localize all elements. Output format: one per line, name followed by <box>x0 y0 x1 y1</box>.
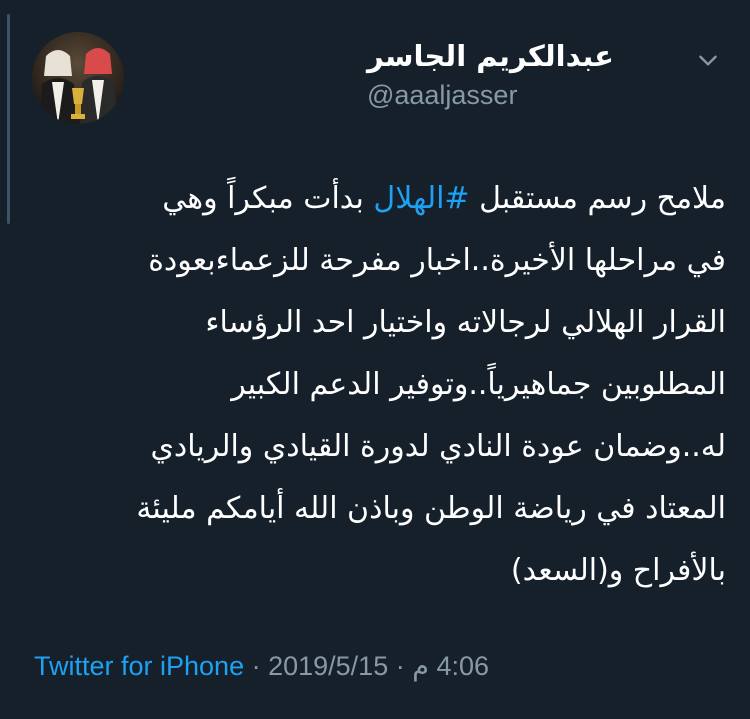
tweet-time: 4:06 م <box>412 651 489 681</box>
tweet-card: عبدالكريم الجاسر @aaaljasser ملامح رسم م… <box>0 0 750 719</box>
hashtag-link[interactable]: #الهلال <box>373 181 469 216</box>
user-info[interactable]: عبدالكريم الجاسر @aaaljasser <box>367 38 614 112</box>
tweet-menu-button[interactable] <box>692 44 724 76</box>
source-link[interactable]: Twitter for iPhone <box>34 651 244 681</box>
chevron-down-icon <box>699 55 717 66</box>
display-name[interactable]: عبدالكريم الجاسر <box>367 38 614 74</box>
tweet-line: ملامح رسم مستقبل #الهلال بدأت مبكراً وهي <box>24 168 726 230</box>
tweet-line: في مراحلها الأخيرة..اخبار مفرحة للزعماءب… <box>148 243 726 278</box>
avatar[interactable] <box>32 32 124 124</box>
tweet-line: المطلوبين جماهيرياً..وتوفير الدعم الكبير <box>231 367 726 402</box>
scroll-indicator[interactable] <box>7 14 10 224</box>
profile-photo-icon <box>32 32 124 124</box>
user-handle[interactable]: @aaaljasser <box>367 78 614 112</box>
tweet-line: بالأفراح و(السعد) <box>510 553 726 588</box>
tweet-line: له..وضمان عودة النادي لدورة القيادي والر… <box>150 429 726 464</box>
tweet-body: ملامح رسم مستقبل #الهلال بدأت مبكراً وهي… <box>24 168 726 602</box>
separator: · <box>244 651 269 681</box>
tweet-text-segment: ملامح رسم مستقبل <box>469 181 726 216</box>
tweet-line: القرار الهلالي لرجالاته واختيار احد الرؤ… <box>205 305 726 340</box>
tweet-line: المعتاد في رياضة الوطن وباذن الله أيامكم… <box>136 491 726 526</box>
tweet-text-segment: بدأت مبكراً وهي <box>162 181 374 216</box>
tweet-date: 2019/5/15 <box>268 651 389 681</box>
separator: · <box>388 651 413 681</box>
tweet-metadata: Twitter for iPhone · 2019/5/15 · 4:06 م <box>34 648 489 684</box>
